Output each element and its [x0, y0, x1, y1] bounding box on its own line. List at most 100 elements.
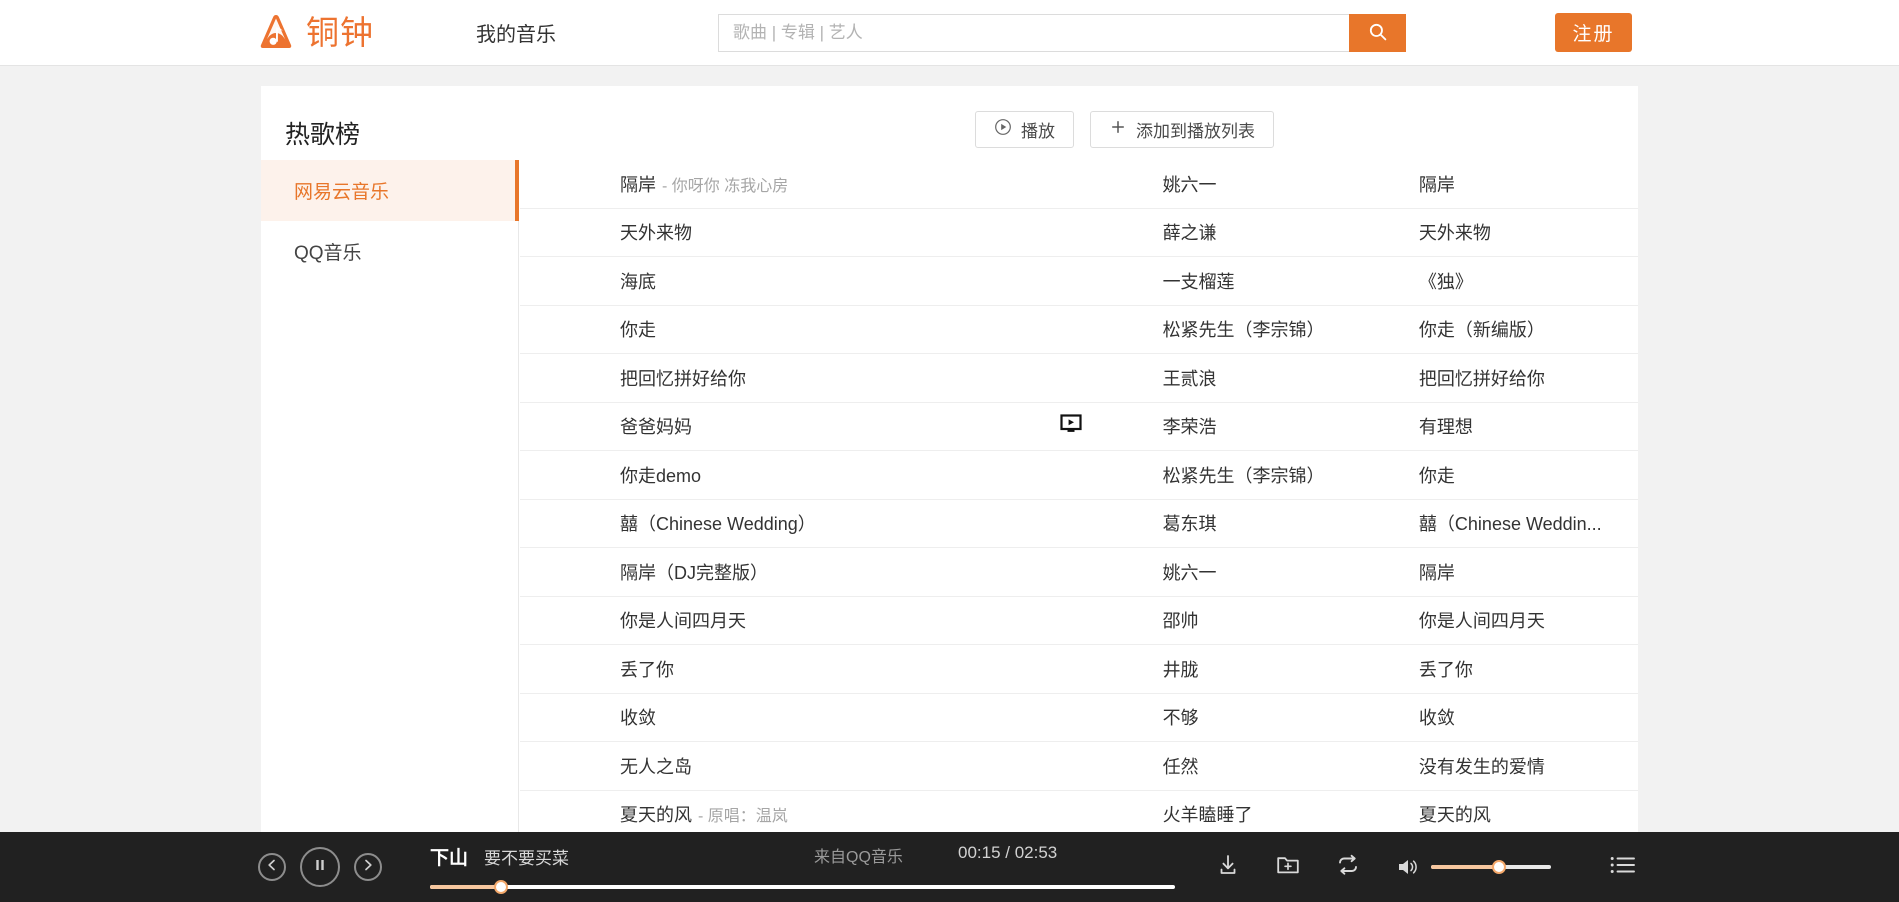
table-row[interactable]: 无人之岛 任然 没有发生的爱情 — [520, 742, 1638, 791]
pause-button[interactable] — [300, 847, 340, 887]
player-bar: 下山 要不要买菜 来自QQ音乐 00:15 / 02:53 — [0, 832, 1899, 902]
mv-play-icon[interactable] — [1060, 414, 1082, 439]
artist-cell: 松紧先生（李宗锦） — [1162, 465, 1325, 486]
sidebar-item-netease[interactable]: 网易云音乐 — [261, 160, 519, 221]
volume-slider[interactable] — [1431, 860, 1551, 874]
volume-knob[interactable] — [1492, 860, 1507, 874]
source-sidebar: 网易云音乐 QQ音乐 — [261, 160, 519, 886]
search-input[interactable] — [718, 14, 1349, 52]
artist-cell: 一支榴莲 — [1162, 271, 1235, 292]
song-title-cell: 把回忆拼好给你 — [620, 365, 1060, 391]
album-cell: 收敛 — [1418, 708, 1455, 729]
table-row[interactable]: 把回忆拼好给你 王贰浪 把回忆拼好给你 — [520, 354, 1638, 403]
playlist-queue-button[interactable] — [1609, 853, 1637, 882]
album-cell: 隔岸 — [1418, 562, 1455, 583]
table-row[interactable]: 你走 松紧先生（李宗锦） 你走（新编版） — [520, 306, 1638, 354]
song-title-cell: 丢了你 — [620, 656, 1060, 682]
now-playing-time: 00:15 / 02:53 — [958, 843, 1058, 862]
song-title-cell: 囍（Chinese Wedding） — [620, 510, 1060, 536]
song-name: 天外来物 — [620, 223, 692, 244]
sidebar-item-label: 网易云音乐 — [294, 182, 390, 203]
brand-name: 铜钟 — [306, 14, 374, 51]
artist-cell: 李荣浩 — [1162, 417, 1217, 438]
repeat-mode-button[interactable] — [1335, 852, 1361, 883]
search-icon — [1368, 22, 1388, 45]
table-row[interactable]: 收敛 不够 收敛 — [520, 694, 1638, 742]
song-name: 囍（Chinese Wedding） — [620, 514, 816, 535]
play-circle-icon — [994, 118, 1012, 141]
album-cell: 没有发生的爱情 — [1418, 756, 1545, 777]
table-row[interactable]: 隔岸 - 你呀你 冻我心房 姚六一 隔岸 — [520, 160, 1638, 209]
table-row[interactable]: 丢了你 井胧 丢了你 — [520, 645, 1638, 694]
register-button[interactable]: 注册 — [1555, 13, 1632, 52]
table-row[interactable]: 海底 一支榴莲 《独》 — [520, 257, 1638, 306]
progress-bar[interactable] — [430, 880, 1175, 894]
download-icon — [1215, 852, 1241, 883]
song-name: 夏天的风 — [620, 805, 692, 826]
now-playing-meta: 下山 要不要买菜 来自QQ音乐 00:15 / 02:53 — [430, 843, 1175, 873]
song-title-cell: 夏天的风 - 原唱：温岚 — [620, 801, 1060, 827]
song-name: 把回忆拼好给你 — [620, 368, 746, 389]
nav-my-music[interactable]: 我的音乐 — [476, 18, 556, 47]
sidebar-item-label: QQ音乐 — [294, 243, 362, 264]
artist-cell: 王贰浪 — [1162, 368, 1217, 389]
plus-icon — [1109, 118, 1127, 141]
brand-logo[interactable]: 铜钟 — [255, 12, 374, 54]
download-button[interactable] — [1215, 852, 1241, 883]
song-name: 丢了你 — [620, 659, 674, 680]
song-title-cell: 你走demo — [620, 462, 1060, 488]
bell-music-logo-icon — [255, 12, 297, 54]
song-subtitle: - 你呀你 冻我心房 — [662, 177, 789, 195]
transport-controls — [258, 847, 382, 887]
add-to-folder-button[interactable] — [1275, 852, 1301, 883]
table-row[interactable]: 隔岸（DJ完整版） 姚六一 隔岸 — [520, 548, 1638, 597]
add-to-playlist-label: 添加到播放列表 — [1136, 122, 1255, 141]
artist-cell: 松紧先生（李宗锦） — [1162, 320, 1325, 341]
previous-track-icon — [265, 858, 279, 877]
next-track-button[interactable] — [354, 853, 382, 881]
add-to-playlist-button[interactable]: 添加到播放列表 — [1090, 111, 1274, 148]
song-name: 隔岸（DJ完整版） — [620, 562, 768, 583]
song-name: 隔岸 — [620, 174, 656, 195]
now-playing-title: 下山 — [430, 848, 469, 869]
artist-cell: 葛东琪 — [1162, 514, 1217, 535]
table-row[interactable]: 你是人间四月天 邵帅 你是人间四月天 — [520, 597, 1638, 645]
table-row[interactable]: 爸爸妈妈 李荣浩 有理想 — [520, 403, 1638, 451]
album-cell: 隔岸 — [1418, 174, 1455, 195]
song-title-cell: 你是人间四月天 — [620, 607, 1060, 633]
album-cell: 你走 — [1418, 465, 1455, 486]
album-cell: 囍（Chinese Weddin... — [1418, 514, 1602, 535]
playlist-queue-icon — [1609, 856, 1637, 881]
song-title-cell: 爸爸妈妈 — [620, 413, 1060, 439]
progress-knob[interactable] — [493, 880, 508, 894]
artist-cell: 不够 — [1162, 708, 1199, 729]
page-body: 热歌榜 播放 添加到播放列表 网易云音乐 QQ音乐 隔岸 - 你呀你 冻我心房 … — [0, 66, 1899, 902]
artist-cell: 薛之谦 — [1162, 223, 1217, 244]
action-buttons: 播放 添加到播放列表 — [975, 111, 1274, 148]
table-row[interactable]: 天外来物 薛之谦 天外来物 — [520, 209, 1638, 257]
album-cell: 把回忆拼好给你 — [1418, 368, 1545, 389]
sidebar-item-qq[interactable]: QQ音乐 — [261, 221, 518, 282]
now-playing-artist: 要不要买菜 — [484, 849, 570, 868]
song-title-cell: 隔岸 - 你呀你 冻我心房 — [620, 171, 1060, 197]
album-cell: 《独》 — [1418, 271, 1473, 292]
previous-track-button[interactable] — [258, 853, 286, 881]
search-button[interactable] — [1349, 14, 1406, 52]
next-track-icon — [361, 858, 375, 877]
top-navigation-bar: 铜钟 我的音乐 注册 — [0, 0, 1899, 66]
table-row[interactable]: 你走demo 松紧先生（李宗锦） 你走 — [520, 451, 1638, 500]
play-all-button[interactable]: 播放 — [975, 111, 1074, 148]
song-name: 爸爸妈妈 — [620, 417, 692, 438]
progress-fill — [430, 885, 501, 889]
content-card: 热歌榜 播放 添加到播放列表 网易云音乐 QQ音乐 隔岸 - 你呀你 冻我心房 … — [261, 86, 1638, 886]
volume-control — [1395, 856, 1551, 878]
album-cell: 夏天的风 — [1418, 805, 1491, 826]
table-row[interactable]: 囍（Chinese Wedding） 葛东琪 囍（Chinese Weddin.… — [520, 500, 1638, 548]
volume-icon[interactable] — [1395, 856, 1421, 878]
song-name: 收敛 — [620, 708, 656, 729]
play-all-label: 播放 — [1021, 122, 1055, 141]
song-title-cell: 隔岸（DJ完整版） — [620, 559, 1060, 585]
song-name: 你走demo — [620, 465, 702, 486]
mv-cell — [1060, 414, 1163, 439]
artist-cell: 姚六一 — [1162, 562, 1217, 583]
